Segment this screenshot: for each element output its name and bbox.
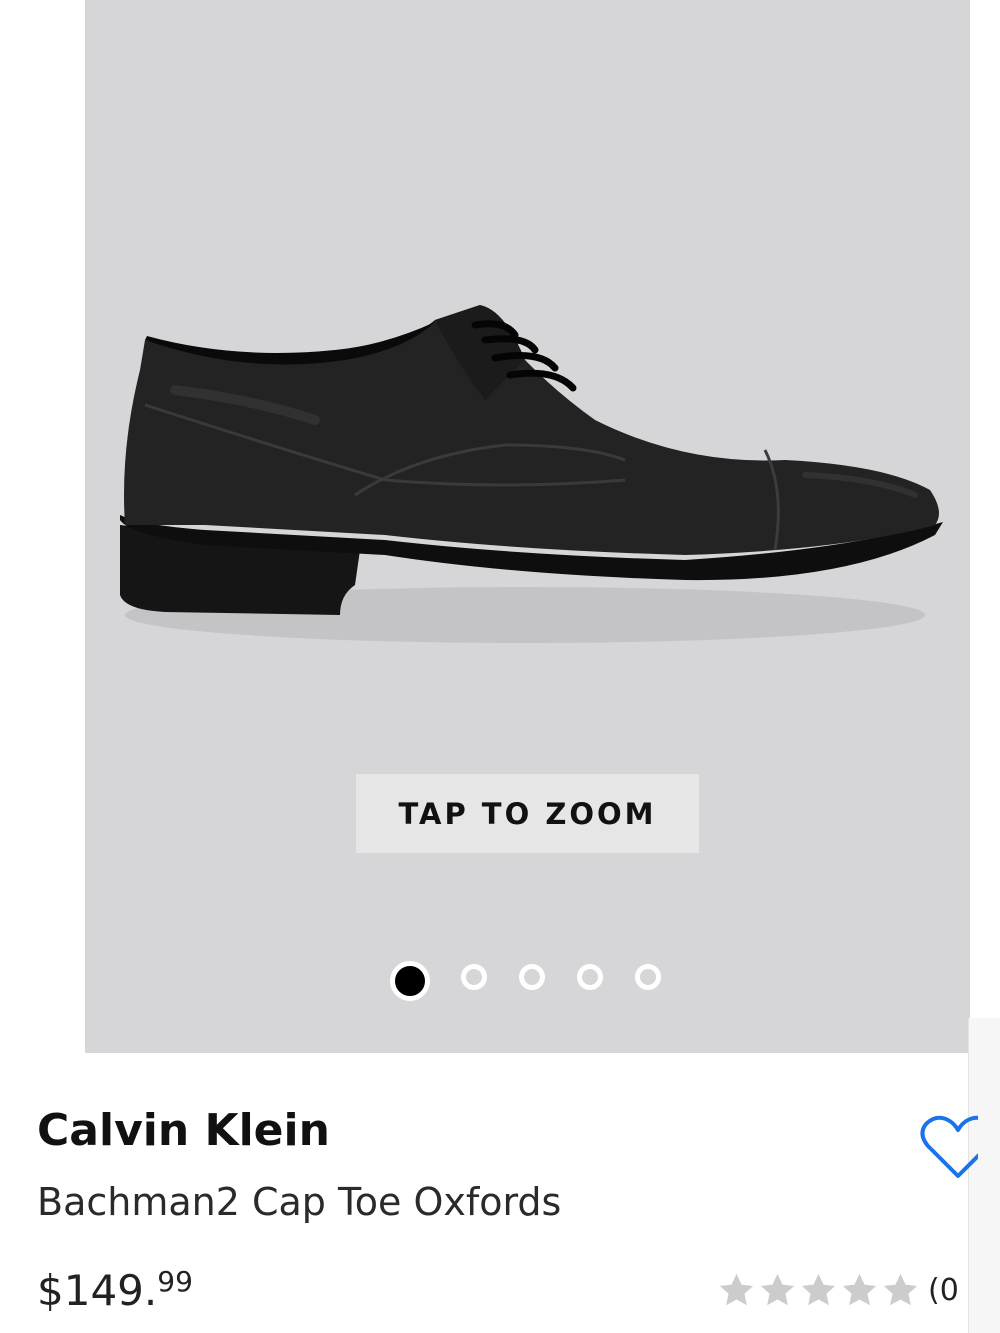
- price-cents: 99: [157, 1265, 193, 1298]
- star-icon: [760, 1273, 795, 1305]
- star-icon: [719, 1273, 754, 1305]
- add-to-favorites-button[interactable]: [918, 1112, 978, 1182]
- heart-outline-icon: [920, 1115, 978, 1178]
- carousel-dot[interactable]: [390, 961, 430, 1001]
- review-count[interactable]: (0: [928, 1273, 959, 1308]
- product-name: Bachman2 Cap Toe Oxfords: [37, 1180, 562, 1224]
- price-dollars: $149.: [37, 1266, 158, 1315]
- product-image[interactable]: [85, 250, 970, 670]
- carousel-pagination: [85, 961, 970, 1001]
- product-rating[interactable]: (0: [717, 1270, 959, 1310]
- product-price: $149.99: [37, 1265, 193, 1315]
- carousel-dot[interactable]: [577, 964, 603, 990]
- carousel-dot[interactable]: [635, 964, 661, 990]
- carousel-dot[interactable]: [519, 964, 545, 990]
- tap-to-zoom-button[interactable]: TAP TO ZOOM: [356, 774, 699, 853]
- star-icon: [883, 1273, 918, 1305]
- carousel-dot[interactable]: [461, 964, 487, 990]
- product-image-gallery[interactable]: TAP TO ZOOM: [85, 0, 970, 1053]
- star-icon: [842, 1273, 877, 1305]
- star-icon: [801, 1273, 836, 1305]
- product-brand[interactable]: Calvin Klein: [37, 1105, 330, 1156]
